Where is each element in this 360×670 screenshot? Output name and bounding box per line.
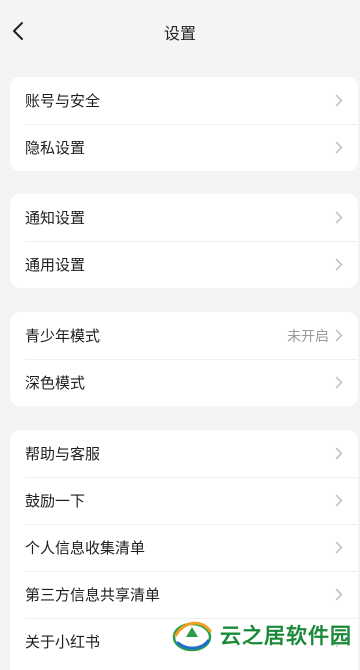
settings-item-label: 账号与安全 bbox=[25, 92, 101, 110]
settings-item-label: 关于小红书 bbox=[25, 633, 101, 651]
chevron-right-icon bbox=[335, 211, 344, 225]
chevron-right-icon bbox=[335, 635, 344, 649]
settings-item-label: 深色模式 bbox=[25, 374, 86, 392]
teen-mode-status: 未开启 bbox=[287, 328, 329, 345]
page-title: 设置 bbox=[163, 24, 196, 43]
settings-item-account-security[interactable]: 账号与安全 bbox=[10, 77, 358, 124]
settings-item-help-support[interactable]: 帮助与客服 bbox=[10, 430, 358, 477]
settings-item-label: 个人信息收集清单 bbox=[25, 539, 146, 557]
settings-item-personal-info-list[interactable]: 个人信息收集清单 bbox=[10, 524, 358, 571]
chevron-right-icon bbox=[335, 541, 344, 555]
settings-item-label: 鼓励一下 bbox=[25, 492, 86, 510]
settings-group-about: 帮助与客服 鼓励一下 个人信息收集清单 第三方信息共享清单 关于小红书 bbox=[10, 430, 358, 670]
settings-group-notifications: 通知设置 通用设置 bbox=[10, 194, 358, 288]
settings-item-label: 第三方信息共享清单 bbox=[25, 586, 161, 604]
chevron-right-icon bbox=[335, 376, 344, 390]
settings-item-general[interactable]: 通用设置 bbox=[10, 241, 358, 288]
chevron-right-icon bbox=[335, 94, 344, 108]
chevron-right-icon bbox=[335, 494, 344, 508]
settings-item-notifications[interactable]: 通知设置 bbox=[10, 194, 358, 241]
settings-group-account: 账号与安全 隐私设置 bbox=[10, 77, 358, 171]
settings-item-teen-mode[interactable]: 青少年模式 未开启 bbox=[10, 312, 358, 359]
settings-group-modes: 青少年模式 未开启 深色模式 bbox=[10, 312, 358, 406]
chevron-right-icon bbox=[335, 588, 344, 602]
chevron-right-icon bbox=[335, 447, 344, 461]
settings-item-about[interactable]: 关于小红书 bbox=[10, 618, 358, 665]
chevron-right-icon bbox=[335, 329, 344, 343]
chevron-right-icon bbox=[335, 141, 344, 155]
settings-item-label: 隐私设置 bbox=[25, 139, 86, 157]
settings-item-privacy[interactable]: 隐私设置 bbox=[10, 124, 358, 171]
settings-item-label: 青少年模式 bbox=[25, 327, 101, 345]
settings-item-dark-mode[interactable]: 深色模式 bbox=[10, 359, 358, 406]
settings-item-label: 帮助与客服 bbox=[25, 445, 101, 463]
settings-item-label: 通知设置 bbox=[25, 209, 86, 227]
settings-item-encourage[interactable]: 鼓励一下 bbox=[10, 477, 358, 524]
settings-item-third-party-sharing-list[interactable]: 第三方信息共享清单 bbox=[10, 571, 358, 618]
settings-item-label: 通用设置 bbox=[25, 256, 86, 274]
app-header: 设置 bbox=[0, 0, 360, 62]
chevron-right-icon bbox=[335, 258, 344, 272]
